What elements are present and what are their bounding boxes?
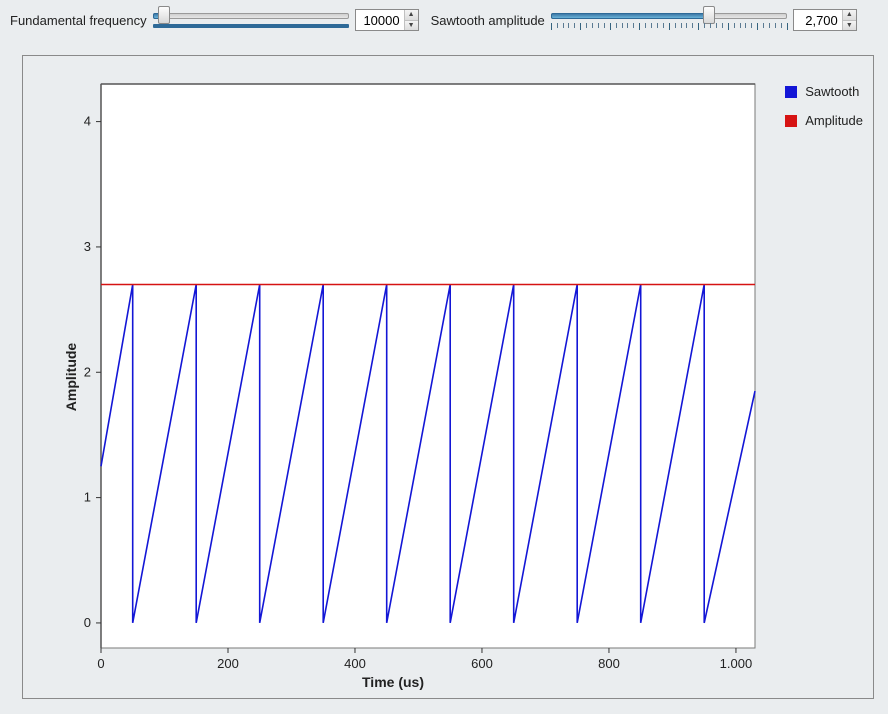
amp-slider[interactable] [551, 7, 787, 33]
toolbar: Fundamental frequency ▲ ▼ Sawtooth ampli… [0, 0, 888, 38]
freq-input[interactable] [356, 10, 404, 30]
plot-panel: 0 1 2 3 4 0 200 400 600 800 1.000 Sawtooth Amplitu… [22, 55, 874, 699]
y-axis-label: Amplitude [63, 343, 79, 411]
svg-text:0: 0 [84, 615, 91, 630]
legend-color-icon [785, 115, 797, 127]
slider-thumb[interactable] [703, 6, 715, 24]
amp-input[interactable] [794, 10, 842, 30]
slider-thumb[interactable] [158, 6, 170, 24]
legend-item-sawtooth: Sawtooth [785, 84, 863, 99]
chart-canvas: 0 1 2 3 4 0 200 400 600 800 1.000 [23, 56, 873, 698]
legend-label: Amplitude [805, 113, 863, 128]
svg-text:600: 600 [471, 656, 493, 671]
freq-step-down-icon[interactable]: ▼ [405, 21, 418, 31]
freq-slider[interactable] [153, 7, 349, 33]
amp-label: Sawtooth amplitude [431, 13, 545, 28]
legend-label: Sawtooth [805, 84, 859, 99]
svg-text:800: 800 [598, 656, 620, 671]
freq-step-up-icon[interactable]: ▲ [405, 10, 418, 21]
svg-text:0: 0 [97, 656, 104, 671]
svg-text:400: 400 [344, 656, 366, 671]
svg-text:1.000: 1.000 [720, 656, 753, 671]
svg-text:2: 2 [84, 364, 91, 379]
svg-text:1: 1 [84, 490, 91, 505]
svg-text:4: 4 [84, 114, 91, 129]
x-axis-label: Time (us) [23, 674, 763, 690]
freq-label: Fundamental frequency [10, 13, 147, 28]
amp-step-down-icon[interactable]: ▼ [843, 21, 856, 31]
legend-item-amplitude: Amplitude [785, 113, 863, 128]
legend: Sawtooth Amplitude [785, 84, 863, 142]
legend-color-icon [785, 86, 797, 98]
amp-step-up-icon[interactable]: ▲ [843, 10, 856, 21]
svg-text:200: 200 [217, 656, 239, 671]
amp-spinbox[interactable]: ▲ ▼ [793, 9, 857, 31]
svg-text:3: 3 [84, 239, 91, 254]
freq-spinbox[interactable]: ▲ ▼ [355, 9, 419, 31]
